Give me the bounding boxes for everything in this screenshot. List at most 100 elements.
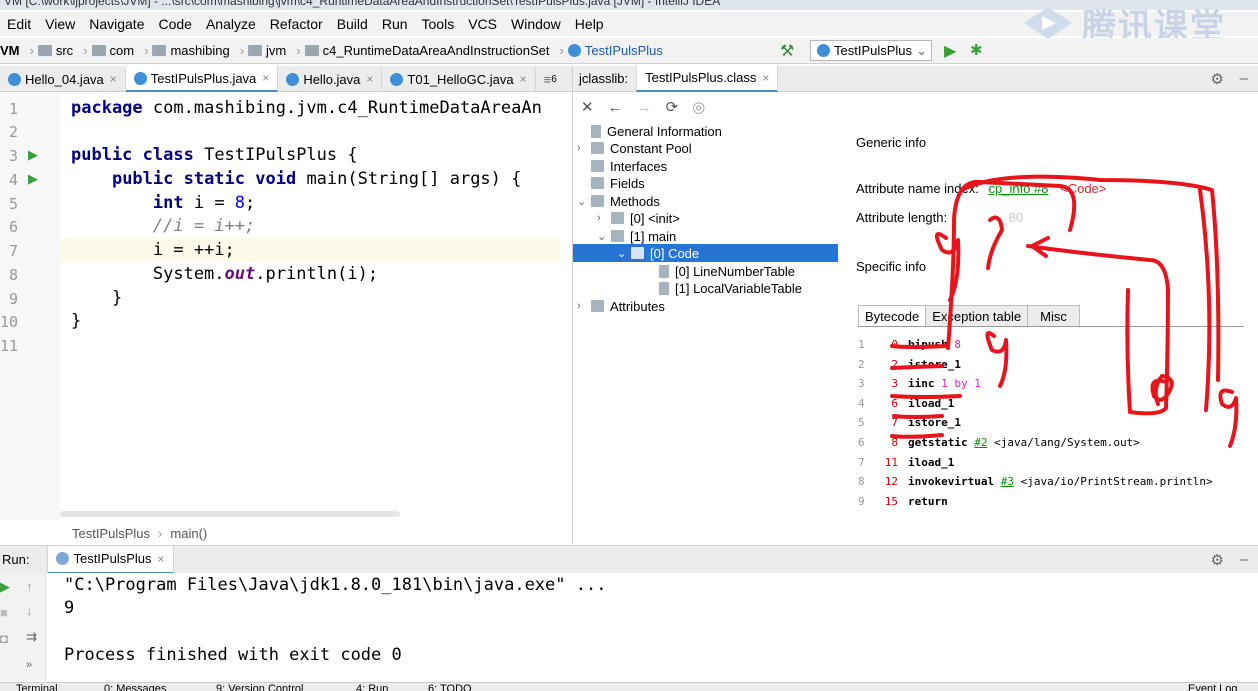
close-icon[interactable]: ×: [520, 72, 527, 86]
close-icon[interactable]: ×: [158, 552, 165, 566]
soft-wrap-icon[interactable]: ⇉: [26, 629, 37, 645]
menu-build[interactable]: Build: [330, 16, 375, 32]
refresh-icon[interactable]: ⟳: [666, 98, 679, 116]
tab-hello-04[interactable]: Hello_04.java ×: [0, 66, 126, 92]
breadcrumb-item[interactable]: › com: [79, 43, 134, 58]
menu-analyze[interactable]: Analyze: [199, 16, 263, 32]
tab-t01-hellogc[interactable]: T01_HelloGC.java ×: [382, 66, 536, 92]
red-pen-annotation: [890, 174, 1239, 448]
debug-bug-icon[interactable]: ✱: [970, 41, 983, 59]
breadcrumb-item[interactable]: › src: [26, 43, 74, 58]
tool-todo[interactable]: 6: TODO: [428, 683, 472, 691]
tool-run[interactable]: 4: Run: [356, 683, 388, 691]
breadcrumb-item[interactable]: › mashibing: [140, 43, 230, 58]
editor-horizontal-scrollbar[interactable]: [60, 511, 400, 517]
web-globe-icon[interactable]: ◎: [692, 98, 705, 116]
file-icon: [659, 264, 669, 278]
tree-node-method-init[interactable]: › [0] <init>: [597, 209, 680, 227]
build-hammer-icon[interactable]: ⚒: [780, 41, 794, 61]
close-icon[interactable]: ×: [366, 72, 373, 86]
breadcrumb-item[interactable]: › jvm: [236, 43, 287, 58]
tab-hello[interactable]: Hello.java ×: [278, 66, 383, 92]
tree-node-interfaces[interactable]: Interfaces: [577, 157, 667, 175]
down-arrow-icon[interactable]: ↓: [26, 603, 33, 618]
chevron-down-icon[interactable]: ⌄: [597, 230, 611, 243]
tree-node-method-main[interactable]: ⌄ [1] main: [597, 227, 676, 245]
breadcrumb-item[interactable]: › c4_RuntimeDataAreaAndInstructionSet: [292, 43, 549, 58]
menu-code[interactable]: Code: [151, 16, 198, 32]
code-comment-line: //i = i++;: [71, 216, 256, 236]
close-icon[interactable]: ✕: [581, 98, 594, 116]
menu-help[interactable]: Help: [568, 16, 611, 32]
chevron-down-icon[interactable]: ⌄: [577, 195, 591, 208]
breadcrumb-project[interactable]: VM: [0, 43, 20, 58]
folder-icon: [91, 45, 106, 56]
editor-crumb-method[interactable]: main(): [170, 526, 207, 541]
tree-node-general-information[interactable]: General Information: [577, 122, 722, 140]
chevron-right-icon[interactable]: ›: [597, 212, 611, 224]
tool-terminal[interactable]: Terminal: [16, 683, 58, 691]
chevron-down-icon[interactable]: ⌄: [617, 247, 631, 260]
close-icon[interactable]: ×: [110, 72, 117, 86]
menu-edit[interactable]: Edit: [0, 16, 38, 32]
code-editor[interactable]: 1 2 3 4 5 6 7 8 9 10 11 ▶ ▶ package com.…: [0, 93, 572, 520]
gear-icon[interactable]: ⚙: [1211, 551, 1224, 569]
rerun-icon[interactable]: ▶: [0, 579, 10, 595]
tree-node-constant-pool[interactable]: › Constant Pool: [577, 139, 692, 157]
tree-node-code-selected[interactable]: ⌄ [0] Code: [573, 244, 838, 262]
chevron-right-icon[interactable]: ›: [577, 300, 591, 312]
file-icon: [591, 124, 601, 138]
line-number: 10: [0, 313, 19, 331]
run-configuration-select[interactable]: TestIPulsPlus ⌄: [810, 40, 932, 61]
class-structure-tree: General Information › Constant Pool Inter…: [573, 122, 838, 322]
stop-icon[interactable]: ■: [0, 605, 8, 620]
chevron-right-icon[interactable]: ›: [577, 142, 591, 154]
menu-run[interactable]: Run: [375, 16, 415, 32]
camera-icon[interactable]: ◘: [0, 631, 8, 646]
menu-tools[interactable]: Tools: [415, 16, 462, 32]
back-arrow-icon[interactable]: ←: [608, 99, 623, 116]
tool-messages[interactable]: 0: Messages: [104, 683, 166, 691]
tab-overflow-button[interactable]: ≡ 6: [536, 66, 565, 92]
forward-arrow-icon[interactable]: →: [637, 99, 652, 116]
gear-icon[interactable]: ⚙: [1211, 70, 1224, 88]
tree-node-fields[interactable]: Fields: [577, 174, 645, 192]
menu-vcs[interactable]: VCS: [461, 16, 504, 32]
close-icon[interactable]: ×: [262, 71, 269, 85]
code-line: int i = 8;: [152, 193, 256, 213]
line-number: 6: [8, 218, 18, 236]
tree-node-local-variable-table[interactable]: [1] LocalVariableTable: [645, 279, 802, 297]
folder-icon: [591, 300, 604, 312]
menu-refactor[interactable]: Refactor: [263, 16, 330, 32]
line-number: 5: [8, 195, 18, 213]
menu-view[interactable]: View: [38, 16, 82, 32]
tab-jclasslib-class[interactable]: TestIPulsPlus.class ×: [636, 65, 779, 92]
menu-window[interactable]: Window: [504, 16, 568, 32]
jclasslib-label: jclasslib:: [579, 71, 629, 86]
close-icon[interactable]: ×: [762, 71, 769, 85]
chevron-down-icon: ⌄: [916, 42, 927, 58]
run-play-icon[interactable]: ▶: [944, 41, 956, 61]
line-number: 2: [8, 123, 18, 141]
up-arrow-icon[interactable]: ↑: [26, 579, 33, 594]
tool-version-control[interactable]: 9: Version Control: [216, 683, 303, 691]
tab-testipulsplus[interactable]: TestIPulsPlus.java ×: [125, 66, 279, 92]
constant-pool-link[interactable]: #3: [1001, 475, 1014, 488]
run-class-gutter-icon[interactable]: ▶: [28, 147, 38, 163]
run-method-gutter-icon[interactable]: ▶: [28, 171, 38, 187]
folder-icon: [611, 230, 624, 242]
minimize-icon[interactable]: –: [1240, 551, 1248, 568]
tree-node-attributes[interactable]: › Attributes: [577, 297, 665, 315]
tool-event-log[interactable]: Event Log: [1188, 683, 1238, 691]
tree-node-line-number-table[interactable]: [0] LineNumberTable: [645, 262, 795, 280]
tab-run-testipulsplus[interactable]: TestIPulsPlus ×: [47, 545, 174, 574]
run-console[interactable]: ▶ ↑ ■ ↓ ◘ ⇉ » "C:\Program Files\Java\jdk…: [0, 573, 1258, 681]
minimize-icon[interactable]: –: [1240, 70, 1248, 87]
more-icon[interactable]: »: [26, 659, 32, 671]
code-line: System.out.println(i);: [71, 264, 379, 284]
class-icon: [390, 72, 404, 86]
menu-navigate[interactable]: Navigate: [82, 16, 151, 32]
editor-crumb-class[interactable]: TestIPulsPlus: [72, 526, 150, 541]
breadcrumb-item[interactable]: › TestIPulsPlus: [556, 43, 663, 58]
tree-node-methods[interactable]: ⌄ Methods: [577, 192, 660, 210]
